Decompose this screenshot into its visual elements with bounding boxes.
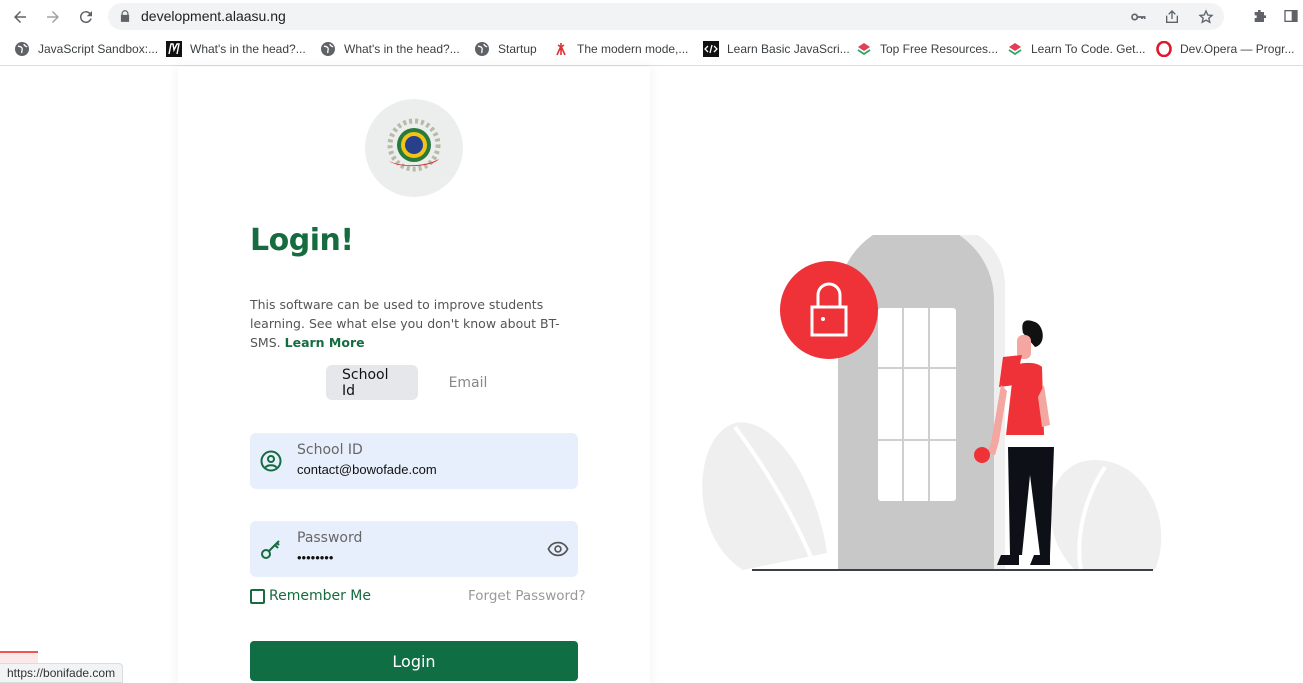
page-title: Login!: [250, 223, 354, 258]
opera-icon: [1156, 41, 1172, 57]
description: This software can be used to improve stu…: [250, 297, 560, 350]
key-icon[interactable]: [1128, 7, 1148, 27]
share-icon[interactable]: [1162, 7, 1182, 27]
reload-icon: [79, 11, 92, 24]
status-bar-url: https://bonifade.com: [0, 663, 124, 683]
remember-me-checkbox[interactable]: [250, 588, 265, 604]
learn-more-link[interactable]: Learn More: [285, 335, 365, 350]
arrow-left-icon: [14, 11, 26, 23]
login-method-tabs: School Id Email: [326, 365, 510, 400]
tab-email[interactable]: Email: [426, 365, 510, 400]
star-icon[interactable]: [1196, 7, 1216, 27]
bookmark-item[interactable]: Learn To Code. Get...: [1007, 39, 1146, 59]
url-text[interactable]: development.alaasu.ng: [141, 8, 286, 24]
password-field[interactable]: Password ••••••••: [250, 521, 578, 577]
m-logo-icon: [166, 41, 182, 57]
bookmark-item[interactable]: What's in the head?...: [166, 39, 306, 59]
password-label: Password: [297, 530, 363, 546]
security-illustration: [702, 235, 1162, 571]
bookmark-item[interactable]: The modern mode,...: [553, 39, 688, 59]
back-button[interactable]: [8, 5, 32, 29]
globe-icon: [474, 41, 490, 57]
bookmarks-bar: JavaScript Sandbox:... What's in the hea…: [0, 33, 1303, 66]
tower-icon: [553, 41, 569, 57]
login-button[interactable]: Login: [250, 641, 578, 681]
remember-me[interactable]: Remember Me: [250, 588, 371, 604]
school-crest-icon: [387, 118, 441, 172]
bookmark-item[interactable]: Startup: [474, 39, 537, 59]
bookmark-item[interactable]: Learn Basic JavaScri...: [703, 39, 850, 59]
globe-icon: [320, 41, 336, 57]
bookmark-item[interactable]: What's in the head?...: [320, 39, 460, 59]
bookmark-item[interactable]: JavaScript Sandbox:...: [14, 39, 158, 59]
bookmark-item[interactable]: Top Free Resources...: [856, 39, 998, 59]
key-icon: [261, 540, 280, 559]
tab-school-id[interactable]: School Id: [326, 365, 418, 400]
browser-toolbar: development.alaasu.ng: [0, 0, 1303, 33]
user-circle-icon: [260, 450, 282, 472]
password-input[interactable]: ••••••••: [297, 550, 537, 565]
eye-icon[interactable]: [547, 538, 569, 560]
school-id-input[interactable]: [297, 462, 537, 477]
lock-badge: [780, 261, 878, 359]
side-panel-icon[interactable]: [1281, 6, 1301, 26]
code-icon: [703, 41, 719, 57]
login-card: Login! This software can be used to impr…: [178, 67, 650, 683]
reload-button[interactable]: [74, 5, 98, 29]
globe-icon: [14, 41, 30, 57]
bookmark-item[interactable]: Dev.Opera — Progr...: [1156, 39, 1295, 59]
forward-button[interactable]: [41, 5, 65, 29]
layers-icon: [856, 41, 872, 57]
school-logo: [365, 99, 463, 197]
address-bar[interactable]: development.alaasu.ng: [108, 3, 1224, 30]
extensions-icon[interactable]: [1250, 6, 1270, 26]
forgot-password-link[interactable]: Forget Password?: [468, 588, 586, 604]
layers-icon: [1007, 41, 1023, 57]
remember-me-label: Remember Me: [269, 588, 371, 604]
leaf-right: [1050, 460, 1162, 570]
school-id-field[interactable]: School ID: [250, 433, 578, 489]
school-id-label: School ID: [297, 442, 363, 458]
lock-icon: [120, 10, 130, 22]
arrow-right-icon: [47, 11, 59, 23]
